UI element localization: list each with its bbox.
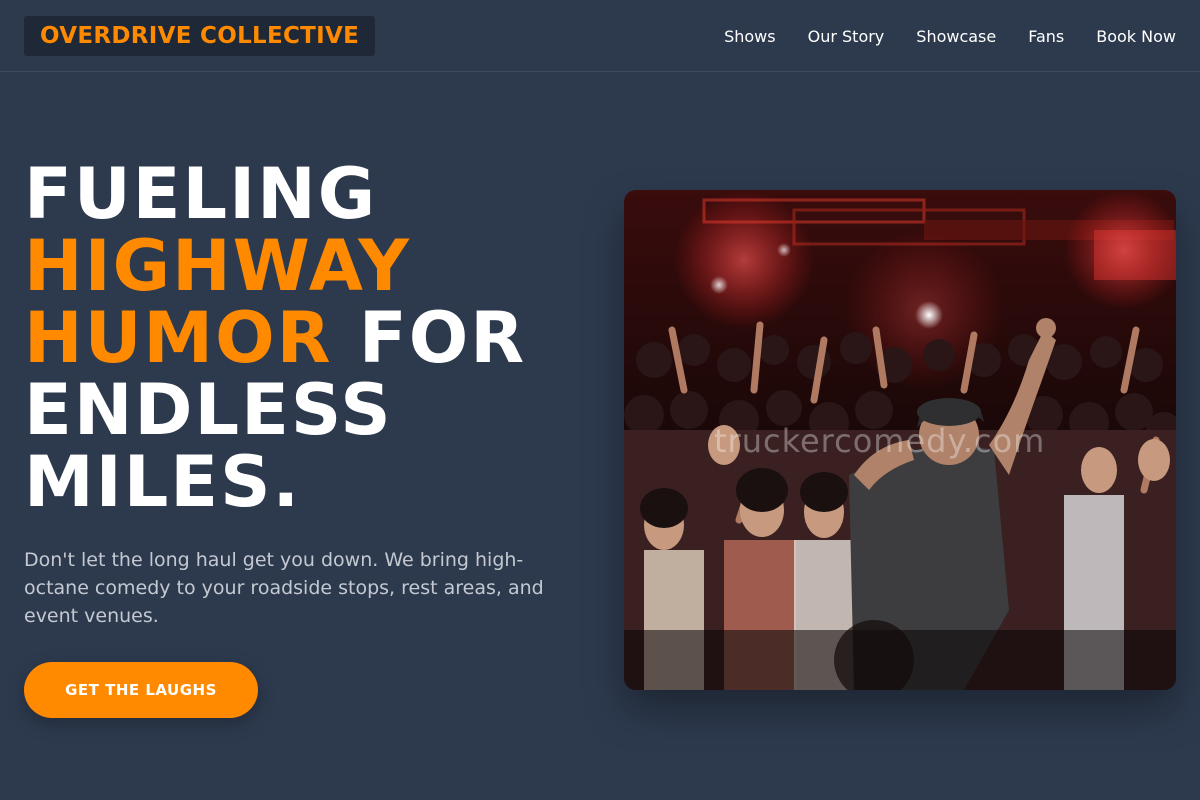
nav-link-showcase[interactable]: Showcase [916, 27, 996, 46]
hero-title-line-4: ENDLESS [24, 369, 393, 451]
hero-title-highlight-1: HIGHWAY [24, 225, 411, 307]
hero-title-line-1: FUELING [24, 153, 378, 235]
hero-description: Don't let the long haul get you down. We… [24, 549, 544, 627]
hero-title-highlight-2: HUMOR [24, 297, 333, 379]
nav-link-fans[interactable]: Fans [1028, 27, 1064, 46]
nav-link-shows[interactable]: Shows [724, 27, 776, 46]
brand-logo[interactable]: OVERDRIVE COLLECTIVE [24, 16, 376, 56]
main-nav: Shows Our Story Showcase Fans Book Now [724, 0, 1176, 72]
image-watermark: truckercomedy.com [714, 422, 1046, 460]
hero-title-word-for: FOR [358, 297, 527, 379]
nav-link-our-story[interactable]: Our Story [808, 27, 885, 46]
nav-link-book-now[interactable]: Book Now [1096, 27, 1176, 46]
site-header: OVERDRIVE COLLECTIVE Shows Our Story Sho… [0, 0, 1200, 72]
hero-title: FUELING HIGHWAY HUMOR FOR ENDLESS MILES. [24, 158, 604, 518]
get-the-laughs-button[interactable]: GET THE LAUGHS [24, 662, 258, 718]
hero-photo: truckercomedy.com [624, 190, 1176, 690]
hero-title-line-5: MILES. [24, 441, 302, 523]
